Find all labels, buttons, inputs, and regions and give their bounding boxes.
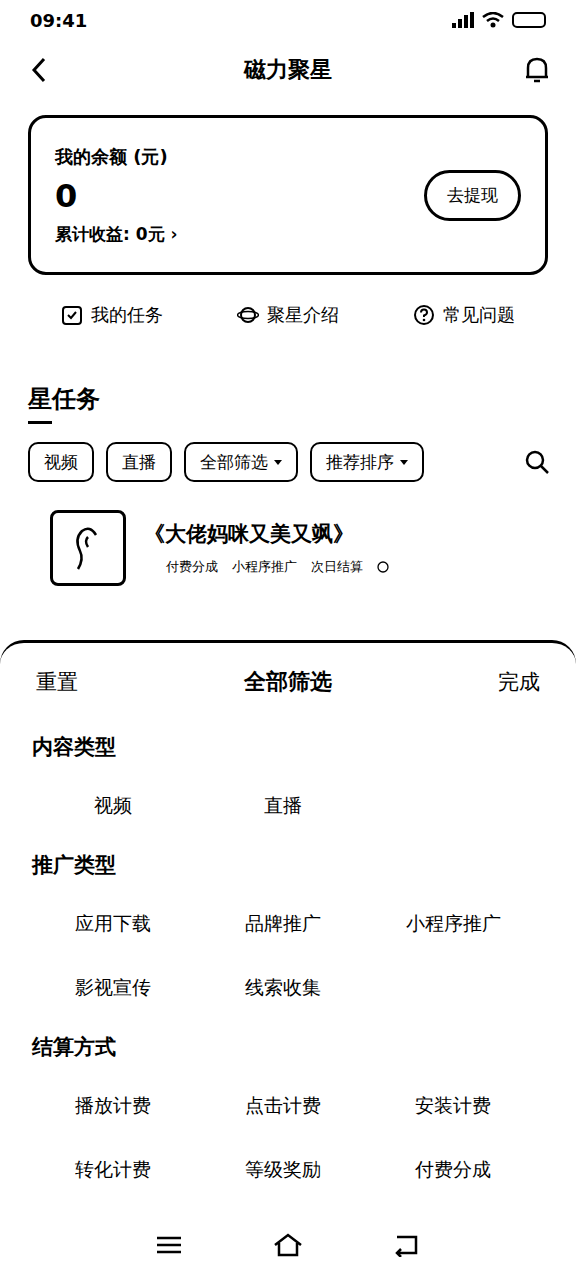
option-grid: 视频直播 [0,774,576,838]
notification-button[interactable] [522,55,552,85]
question-icon [413,304,435,326]
planet-icon [237,304,259,326]
status-bar: 09:41 [0,0,576,40]
filter-option[interactable]: 小程序推广 [368,892,538,956]
status-time: 09:41 [30,10,87,31]
filter-chip[interactable]: 全部筛选 [184,442,298,482]
help-icon [377,561,389,573]
header-title: 磁力聚星 [244,55,332,85]
balance-label: 我的余额 (元) [55,145,177,169]
tab-underline [28,421,52,424]
filter-sheet: 重置 全部筛选 完成内容类型视频直播推广类型应用下载品牌推广小程序推广影视宣传线索收… [0,640,576,1280]
home-button[interactable] [273,1230,303,1260]
battery-icon [512,12,546,28]
filter-option[interactable]: 播放计费 [28,1074,198,1138]
task-tag: 小程序推广 [232,558,297,576]
filter-option[interactable]: 直播 [198,774,368,838]
filter-chip[interactable]: 直播 [106,442,172,482]
search-button[interactable] [522,447,552,477]
done-button[interactable]: 完成 [494,664,544,700]
search-icon [524,449,550,475]
filter-option[interactable]: 线索收集 [198,956,368,1020]
filter-option[interactable]: 视频 [28,774,198,838]
task-tags: 付费分成小程序推广次日结算 [144,558,389,576]
filter-option[interactable]: 影视宣传 [28,956,198,1020]
ear-icon [68,523,108,573]
task-thumbnail [50,510,126,586]
task-title: 《大佬妈咪又美又飒》 [144,520,389,548]
menu-button[interactable] [154,1230,184,1260]
sheet-header: 重置 全部筛选 完成 [0,643,576,720]
back-button[interactable] [24,55,54,85]
shortcut-item[interactable]: 我的任务 [61,303,163,327]
shortcut-row: 我的任务 聚星介绍 常见问题 [0,295,576,335]
filter-chip[interactable]: 视频 [28,442,94,482]
balance-amount: 0 [55,177,177,215]
task-icon [61,304,83,326]
signal-icon [452,12,474,28]
menu-icon [156,1235,182,1255]
shortcut-item[interactable]: 聚星介绍 [237,303,339,327]
filter-option[interactable]: 转化计费 [28,1138,198,1202]
filter-option[interactable]: 付费分成 [368,1138,538,1202]
back-icon [31,57,47,83]
withdraw-button[interactable]: 去提现 [424,170,521,221]
caret-icon [274,460,282,465]
group-title: 内容类型 [0,720,576,774]
task-tag: 次日结算 [311,558,363,576]
home-icon [273,1233,303,1257]
nav-bar [0,1210,576,1280]
sheet-title: 全部筛选 [244,667,332,697]
task-tag: 付费分成 [166,558,218,576]
wifi-icon [482,12,504,28]
group-title: 推广类型 [0,838,576,892]
screen: 09:41 磁力聚星我的余额 (元) 0 累计收益: 0元 › 去提现我的任务 聚星介绍 常… [0,0,576,1280]
status-icons [452,12,546,28]
reset-button[interactable]: 重置 [32,664,82,700]
filter-option[interactable]: 品牌推广 [198,892,368,956]
task-item[interactable]: 《大佬妈咪又美又飒》付费分成小程序推广次日结算 [0,510,576,586]
filter-option[interactable]: 应用下载 [28,892,198,956]
caret-icon [400,460,408,465]
option-grid: 播放计费点击计费安装计费转化计费等级奖励付费分成 [0,1074,576,1202]
return-icon [394,1233,420,1257]
total-earnings[interactable]: 累计收益: 0元 › [55,223,177,246]
header: 磁力聚星 [0,40,576,100]
return-button[interactable] [392,1230,422,1260]
filter-chip[interactable]: 推荐排序 [310,442,424,482]
section-title: 星任务 [28,383,576,424]
shortcut-item[interactable]: 常见问题 [413,303,515,327]
balance-card: 我的余额 (元) 0 累计收益: 0元 › 去提现 [28,115,548,275]
filter-bar: 视频直播全部筛选推荐排序 [0,442,576,482]
filter-option[interactable]: 安装计费 [368,1074,538,1138]
group-title: 结算方式 [0,1020,576,1074]
option-grid: 应用下载品牌推广小程序推广影视宣传线索收集 [0,892,576,1020]
filter-option[interactable]: 点击计费 [198,1074,368,1138]
filter-option[interactable]: 等级奖励 [198,1138,368,1202]
bell-icon [524,56,550,84]
